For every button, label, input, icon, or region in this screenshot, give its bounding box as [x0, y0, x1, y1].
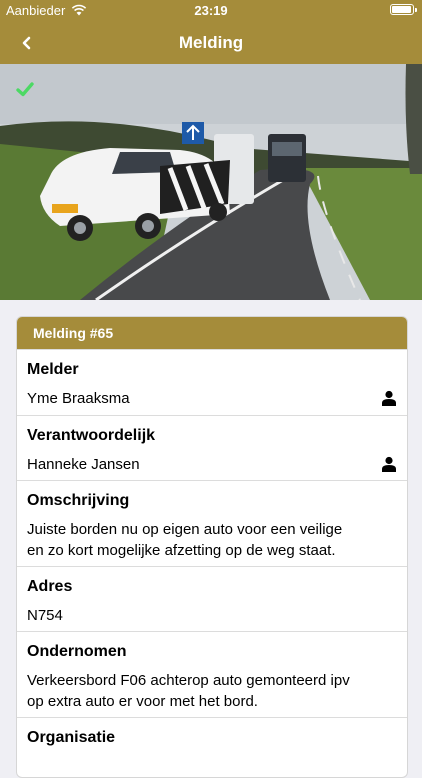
adres-label: Adres [27, 578, 73, 595]
verantwoordelijk-label: Verantwoordelijk [27, 427, 156, 444]
verantwoordelijk-row[interactable]: Verantwoordelijk Hanneke Jansen [17, 415, 407, 480]
melder-value: Yme Braaksma [27, 390, 130, 407]
report-card: Melding #65 Melder Yme Braaksma Verantwo… [16, 316, 408, 778]
omschrijving-label: Omschrijving [27, 492, 130, 509]
ondernomen-value: Verkeersbord F06 achterop auto gemonteer… [27, 672, 350, 710]
page-title: Melding [178, 33, 244, 52]
person-icon [382, 390, 396, 406]
melder-label: Melder [27, 361, 79, 378]
melder-row[interactable]: Melder Yme Braaksma [17, 349, 407, 415]
omschrijving-value: Juiste borden nu op eigen auto voor een … [27, 521, 343, 559]
card-title: Melding #65 [17, 317, 407, 349]
status-bar: Aanbieder 23:19 [0, 0, 422, 22]
organisatie-label: Organisatie [27, 729, 116, 746]
adres-row: Adres N754 [17, 566, 407, 631]
navigation-bar: Aanbieder 23:19 Melding [0, 0, 422, 64]
omschrijving-row: Omschrijving Juiste borden nu op eigen a… [17, 480, 407, 566]
person-icon [382, 456, 396, 472]
verantwoordelijk-value: Hanneke Jansen [27, 456, 140, 473]
report-photo [0, 64, 422, 300]
ondernomen-label: Ondernomen [27, 643, 127, 660]
battery-icon [390, 4, 417, 15]
adres-value: N754 [27, 607, 63, 624]
status-time: 23:19 [194, 3, 228, 18]
ondernomen-row: Ondernomen Verkeersbord F06 achterop aut… [17, 631, 407, 717]
checkmark-icon [16, 82, 34, 97]
organisatie-row: Organisatie [17, 717, 407, 777]
